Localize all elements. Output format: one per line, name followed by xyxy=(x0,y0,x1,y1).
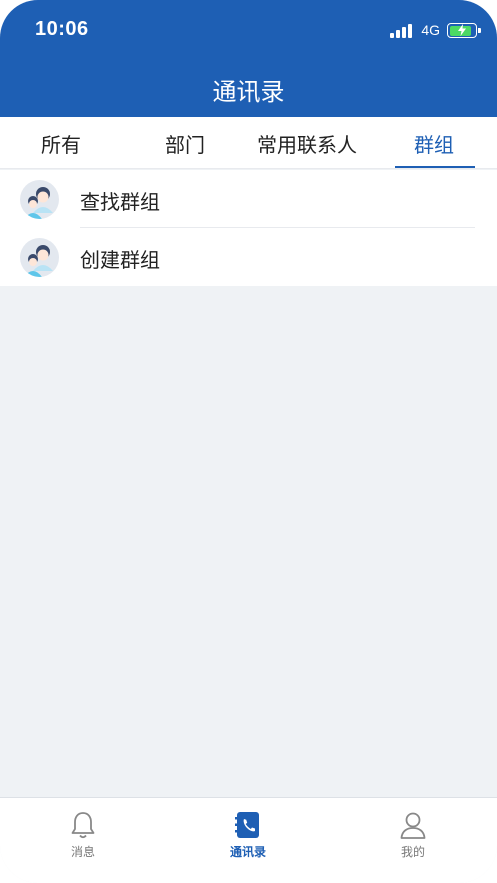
contacts-book-icon xyxy=(235,812,259,838)
network-label: 4G xyxy=(421,22,440,38)
person-icon xyxy=(400,812,426,839)
bottom-nav: 消息 通讯录 我的 xyxy=(0,797,497,883)
nav-label: 通讯录 xyxy=(229,845,266,859)
list-item-label: 查找群组 xyxy=(80,190,160,214)
tab-bar: 所有 部门 常用联系人 群组 xyxy=(0,117,497,169)
list-item-label: 创建群组 xyxy=(80,248,160,272)
list-item-create-group[interactable]: 创建群组 xyxy=(0,228,497,286)
nav-label: 我的 xyxy=(400,845,425,859)
signal-icon xyxy=(390,24,412,38)
phone-screen: 10:06 4G 通讯录 所有 部门 常用联系人 群组 查找群组 创建群组 消息… xyxy=(0,0,497,883)
list-item-find-group[interactable]: 查找群组 xyxy=(0,170,497,228)
app-header: 10:06 4G 通讯录 xyxy=(0,0,497,117)
nav-label: 消息 xyxy=(70,845,95,859)
status-time: 10:06 xyxy=(35,18,89,40)
tab-frequent-contacts[interactable]: 常用联系人 xyxy=(257,129,357,158)
nav-me[interactable]: 我的 xyxy=(373,810,453,860)
battery-icon xyxy=(447,23,481,38)
tab-groups[interactable]: 群组 xyxy=(414,129,454,158)
tab-department[interactable]: 部门 xyxy=(165,129,205,158)
group-avatar-icon xyxy=(20,238,59,277)
page-title: 通讯录 xyxy=(212,78,285,106)
nav-contacts[interactable]: 通讯录 xyxy=(208,810,288,860)
active-tab-indicator xyxy=(395,166,475,168)
group-avatar-icon xyxy=(20,180,59,219)
status-bar: 10:06 4G xyxy=(0,0,497,60)
nav-messages[interactable]: 消息 xyxy=(43,810,123,860)
tab-all[interactable]: 所有 xyxy=(41,129,81,158)
bell-icon xyxy=(71,812,95,839)
group-action-list: 查找群组 创建群组 xyxy=(0,170,497,286)
